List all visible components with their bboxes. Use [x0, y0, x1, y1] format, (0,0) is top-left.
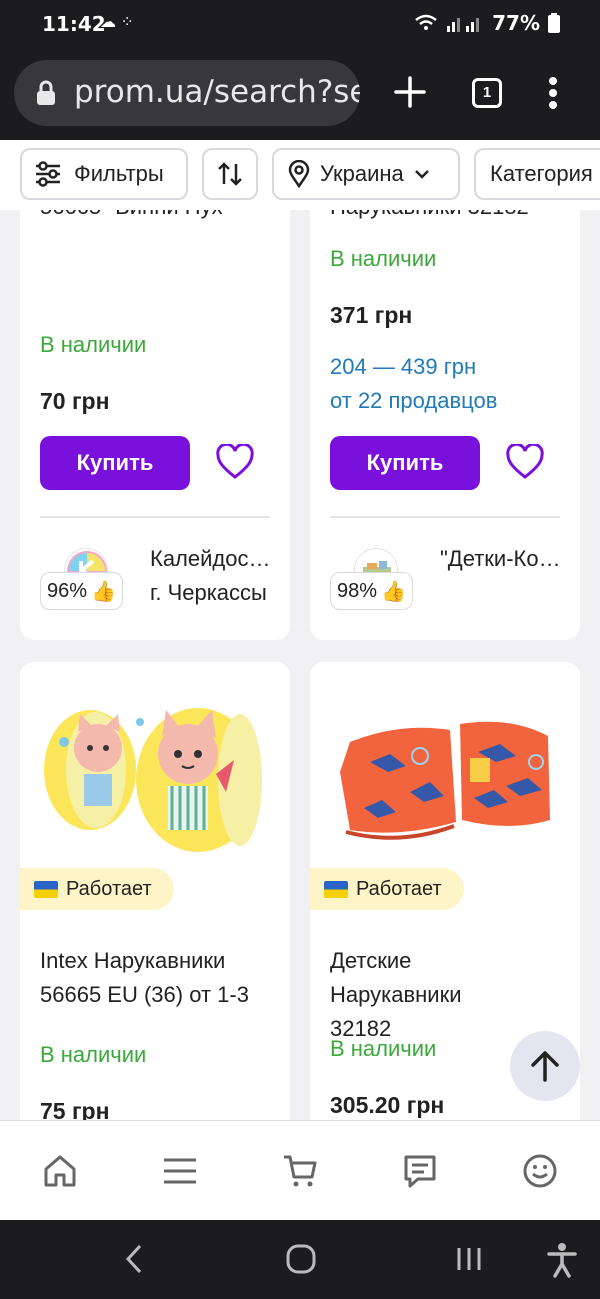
address-bar[interactable]: prom.ua/search?search_term — [14, 60, 360, 126]
seller-rating: 98% 👍 — [330, 572, 413, 610]
back-icon[interactable] — [122, 1242, 146, 1276]
location-pin-icon — [288, 160, 310, 188]
region-label: Украина — [320, 161, 404, 186]
notification-icons: ☁ ⁘ — [100, 14, 134, 31]
badge-label: Работает — [66, 877, 152, 900]
price-range[interactable]: 204 — 439 грн — [330, 350, 476, 384]
offers-count[interactable]: от 22 продавцов — [330, 384, 497, 418]
rating-value: 98% — [337, 579, 378, 602]
sort-arrows-icon — [218, 162, 242, 186]
availability: В наличии — [330, 1036, 437, 1061]
url-text[interactable]: prom.ua/search?search_term — [74, 74, 360, 110]
product-image[interactable] — [310, 662, 580, 862]
category-select[interactable]: Категория — [474, 148, 600, 200]
thumbs-up-icon: 👍 — [91, 580, 116, 603]
divider — [330, 516, 560, 518]
battery-percent: 77% — [492, 11, 540, 35]
ukraine-flag-icon — [34, 880, 58, 898]
availability: В наличии — [40, 1042, 147, 1067]
tab-switcher-button[interactable]: 1 — [472, 78, 502, 108]
product-title[interactable]: Intex Нарукавники 56665 EU (36) от 1-3 — [40, 944, 274, 1012]
status-badge: Работает — [310, 868, 464, 910]
bottom-navigation — [0, 1120, 600, 1220]
buy-button[interactable]: Купить — [40, 436, 190, 490]
product-card[interactable]: Нарукавники 32182 В наличии 371 грн 204 … — [310, 210, 580, 640]
availability: В наличии — [330, 246, 437, 271]
product-title[interactable]: Детские Нарукавники 32182 — [330, 944, 520, 1046]
sort-button[interactable] — [202, 148, 258, 200]
category-label: Категория — [490, 161, 593, 186]
signal-icon — [447, 18, 480, 32]
seller-city: г. Черкассы — [150, 580, 267, 605]
system-navigation-bar — [0, 1220, 600, 1299]
price: 70 грн — [40, 388, 110, 414]
ukraine-flag-icon — [324, 880, 348, 898]
availability: В наличии — [40, 332, 147, 357]
browser-toolbar: prom.ua/search?search_term 1 — [0, 48, 600, 140]
scroll-to-top-button[interactable] — [510, 1031, 580, 1101]
filters-label: Фильтры — [74, 161, 164, 186]
price: 305.20 грн — [330, 1092, 445, 1118]
battery-icon — [548, 13, 560, 33]
status-right: 77% — [414, 11, 560, 35]
wifi-icon — [415, 14, 437, 30]
product-title[interactable]: Нарукавники 32182 — [330, 210, 564, 224]
cart-icon[interactable] — [282, 1153, 318, 1189]
badge-label: Работает — [356, 877, 442, 900]
product-card[interactable]: 56665 "Винни Пух" В наличии 70 грн Купит… — [20, 210, 290, 640]
product-grid: 56665 "Винни Пух" В наличии 70 грн Купит… — [0, 210, 600, 1120]
messages-icon[interactable] — [402, 1153, 438, 1189]
rating-value: 96% — [47, 579, 88, 602]
heart-icon[interactable] — [216, 444, 254, 480]
seller-rating: 96% 👍 — [40, 572, 123, 610]
price: 75 грн — [40, 1098, 110, 1120]
filter-bar: Фильтры Украина Категория — [0, 140, 600, 210]
status-badge: Работает — [20, 868, 174, 910]
thumbs-up-icon: 👍 — [381, 580, 406, 603]
lock-icon — [37, 80, 55, 105]
more-menu-icon[interactable] — [546, 76, 560, 110]
filters-button[interactable]: Фильтры — [20, 148, 188, 200]
home-circle-icon[interactable] — [286, 1242, 316, 1276]
chevron-down-icon — [414, 170, 429, 179]
region-select[interactable]: Украина — [272, 148, 460, 200]
profile-smile-icon[interactable] — [522, 1153, 558, 1189]
arrow-up-icon — [531, 1051, 559, 1082]
sliders-icon — [36, 161, 60, 187]
new-tab-button[interactable] — [390, 70, 430, 114]
seller-name[interactable]: Калейдоскоп — [150, 546, 274, 572]
product-card[interactable]: Работает Intex Нарукавники 56665 EU (36)… — [20, 662, 290, 1120]
divider — [40, 516, 270, 518]
price: 371 грн — [330, 302, 413, 328]
heart-icon[interactable] — [506, 444, 544, 480]
product-image[interactable] — [20, 662, 290, 862]
seller-name[interactable]: "Детки-Конфетки" — [440, 546, 564, 572]
status-time: 11:42 — [42, 12, 106, 36]
home-icon[interactable] — [42, 1153, 78, 1189]
accessibility-icon[interactable] — [546, 1242, 578, 1278]
recent-apps-icon[interactable] — [454, 1242, 484, 1276]
buy-button[interactable]: Купить — [330, 436, 480, 490]
status-bar: 11:42 ☁ ⁘ 77% — [0, 0, 600, 48]
product-title[interactable]: 56665 "Винни Пух" — [40, 210, 274, 224]
catalog-menu-icon[interactable] — [162, 1153, 198, 1189]
